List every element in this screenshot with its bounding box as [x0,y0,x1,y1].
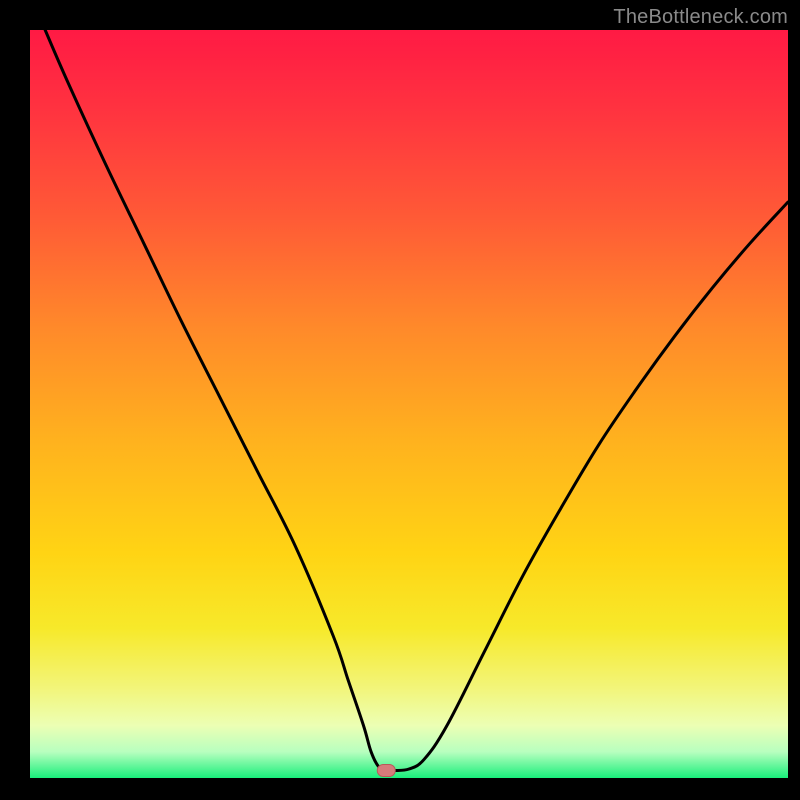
chart-container: TheBottleneck.com [0,0,800,800]
bottleneck-chart [0,0,800,800]
plot-background [30,30,788,778]
watermark-text: TheBottleneck.com [613,6,788,29]
optimum-marker [377,765,395,777]
